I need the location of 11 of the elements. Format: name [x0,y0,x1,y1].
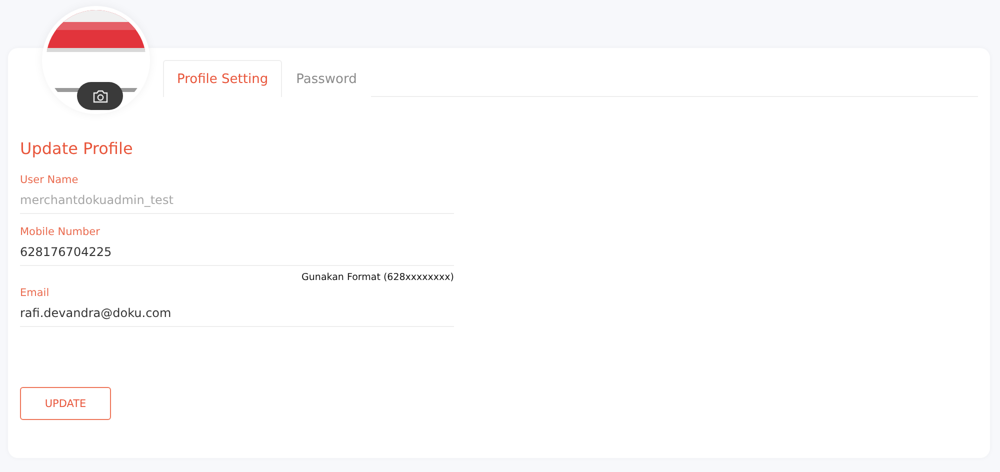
section-title: Update Profile [20,139,134,158]
field-label: Email [20,287,50,299]
field-label: Mobile Number [20,226,101,238]
field-hint: Gunakan Format (628xxxxxxxx) [300,272,454,283]
camera-button[interactable] [77,82,123,110]
input-field[interactable]: 628176704225 [20,245,454,259]
field-label: User Name [20,174,80,186]
update-button[interactable]: UPDATE [20,387,111,420]
input-field[interactable]: rafi.devandra@doku.com [20,306,454,320]
camera-icon [92,90,108,102]
tab[interactable]: Profile Setting [163,60,282,97]
